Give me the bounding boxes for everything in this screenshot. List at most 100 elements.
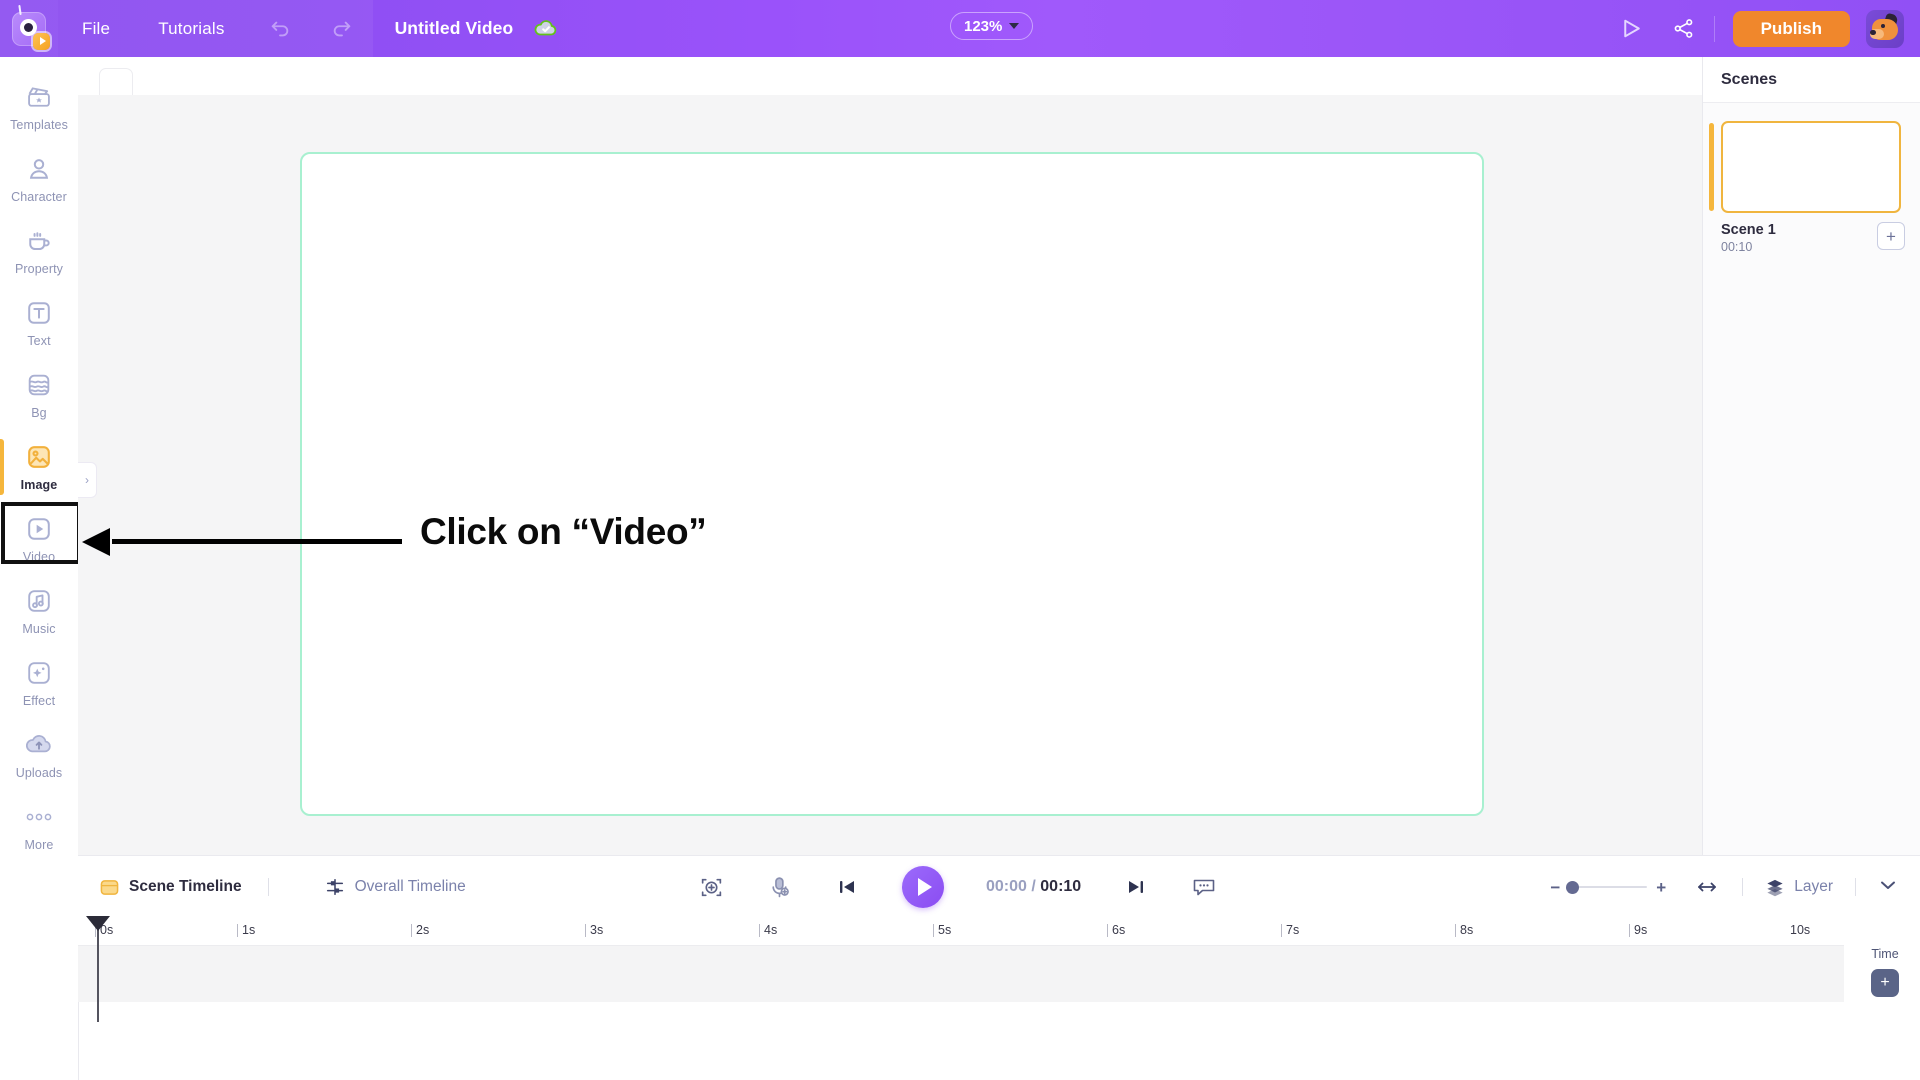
zoom-level-value: 123%: [964, 17, 1003, 35]
redo-icon: [333, 21, 350, 36]
ruler-tick: 7s: [1280, 923, 1300, 937]
sidebar-item-image[interactable]: Image: [0, 431, 78, 503]
canvas-toolbar: [78, 57, 1702, 96]
tab-scene-timeline[interactable]: Scene Timeline: [78, 856, 242, 918]
zoom-slider-track[interactable]: [1566, 880, 1648, 894]
time-separator: /: [1031, 878, 1036, 895]
ruler-tick: 10s: [1790, 923, 1811, 937]
sidebar-item-video[interactable]: Video: [0, 502, 81, 575]
scenes-panel: Scenes Scene 1 00:10 +: [1702, 57, 1920, 857]
scene-thumbnail[interactable]: [1721, 121, 1901, 213]
add-scene-button[interactable]: +: [1877, 222, 1905, 250]
skip-to-end-button[interactable]: [1123, 874, 1149, 900]
header-divider: [1713, 15, 1715, 42]
sidebar-item-more[interactable]: More: [0, 791, 78, 863]
sidebar-item-templates[interactable]: Templates: [0, 71, 78, 143]
tab-overall-timeline[interactable]: Overall Timeline: [325, 877, 466, 897]
sidebar-item-label: Character: [11, 190, 67, 204]
add-to-canvas-button[interactable]: [698, 874, 724, 900]
annotation-arrow-line: [112, 539, 402, 544]
ruler-tick: 3s: [584, 923, 604, 937]
camera-video-logo-icon: [12, 4, 50, 50]
video-canvas[interactable]: [300, 152, 1484, 816]
sidebar-item-effect[interactable]: Effect: [0, 647, 78, 719]
file-menu[interactable]: File: [58, 0, 135, 57]
coffee-cup-icon: [24, 226, 54, 256]
caret-down-icon: [1009, 23, 1020, 29]
app-logo[interactable]: [0, 0, 58, 57]
sidebar-item-label: Uploads: [15, 766, 63, 780]
timeline-playhead[interactable]: [86, 916, 110, 1022]
timeline-track-lane[interactable]: [78, 945, 1844, 1004]
layer-button[interactable]: Layer: [1765, 877, 1833, 897]
sidebar-collapse-toggle[interactable]: ›: [78, 462, 97, 498]
scenes-panel-title: Scenes: [1703, 57, 1920, 103]
background-layers-icon: [24, 370, 54, 400]
zoom-slider-knob[interactable]: [1566, 880, 1580, 894]
ruler-tick: 4s: [758, 923, 778, 937]
redo-button[interactable]: [310, 0, 373, 57]
sidebar-item-label: Bg: [31, 406, 47, 420]
subtitle-caption-icon: [1193, 879, 1215, 896]
header-right-actions: Publish: [1606, 0, 1920, 57]
total-time: 00:10: [1040, 878, 1082, 895]
clapperboard-icon: [24, 82, 54, 112]
timeline-collapse-button[interactable]: [1878, 878, 1898, 896]
voiceover-button[interactable]: [766, 874, 792, 900]
zoom-out-label[interactable]: −: [1550, 879, 1560, 896]
chevron-down-icon: [1881, 881, 1895, 889]
share-icon: [1674, 19, 1693, 38]
play-preview-icon: [1624, 19, 1640, 38]
canvas-workspace: [78, 95, 1702, 855]
timeline-zoom-slider[interactable]: − +: [1550, 879, 1666, 896]
preview-button[interactable]: [1606, 0, 1658, 57]
sidebar-item-uploads[interactable]: Uploads: [0, 719, 78, 791]
sidebar-item-bg[interactable]: Bg: [0, 359, 78, 431]
share-button[interactable]: [1658, 0, 1710, 57]
tutorials-menu-label: Tutorials: [158, 18, 225, 38]
publish-label: Publish: [1760, 18, 1822, 38]
ruler-tick: 1s: [236, 923, 256, 937]
sidebar-item-music[interactable]: Music: [0, 575, 78, 647]
time-control-label: Time: [1871, 947, 1899, 961]
sidebar-item-label: Image: [20, 478, 58, 492]
time-zoom-in-button[interactable]: +: [1871, 969, 1899, 997]
skip-to-start-button[interactable]: [834, 874, 860, 900]
undo-button[interactable]: [248, 0, 311, 57]
current-time: 00:00: [986, 878, 1027, 895]
sparkle-effect-icon: [24, 658, 54, 688]
three-dots-icon: [24, 802, 54, 832]
sidebar-item-label: Property: [14, 262, 64, 276]
scene-name: Scene 1: [1721, 222, 1776, 238]
zoom-level-selector[interactable]: 123%: [950, 12, 1034, 40]
tutorials-menu[interactable]: Tutorials: [134, 0, 249, 57]
document-title[interactable]: Untitled Video: [395, 18, 514, 39]
sidebar-item-property[interactable]: Property: [0, 215, 78, 287]
annotation-text: Click on “Video”: [420, 511, 707, 552]
sidebar-edge: [78, 1002, 79, 1080]
playback-controls: 00:00 / 00:10: [698, 856, 1217, 918]
playhead-handle-icon[interactable]: [86, 916, 110, 931]
publish-button[interactable]: Publish: [1732, 10, 1850, 47]
bottom-strip: [0, 1002, 1920, 1080]
app-header: File Tutorials Untitled Video 123% Publi…: [0, 0, 1920, 57]
play-button[interactable]: [902, 866, 944, 908]
sidebar-item-label: Music: [22, 622, 56, 636]
zoom-in-label[interactable]: +: [1656, 879, 1666, 896]
scene-timeline-icon: [100, 879, 119, 895]
sidebar-item-text[interactable]: Text: [0, 287, 78, 359]
scene-list-item[interactable]: Scene 1 00:10 +: [1709, 121, 1905, 254]
timeline-ruler[interactable]: 0s 1s 2s 3s 4s 5s 6s 7s 8s 9s 10s: [78, 917, 1844, 945]
fit-width-button[interactable]: [1694, 874, 1720, 900]
time-readout: 00:00 / 00:10: [986, 878, 1081, 896]
cloud-upload-icon: [24, 730, 54, 760]
avatar[interactable]: [1866, 9, 1904, 48]
microphone-add-icon: [771, 876, 789, 897]
sidebar-item-character[interactable]: Character: [0, 143, 78, 215]
scene-info: Scene 1 00:10: [1721, 222, 1776, 254]
caption-button[interactable]: [1191, 874, 1217, 900]
overall-timeline-icon: [326, 878, 343, 896]
timeline-right-divider: [1742, 878, 1744, 896]
skip-to-end-icon: [1129, 881, 1144, 893]
add-scene-label: +: [1886, 226, 1896, 246]
